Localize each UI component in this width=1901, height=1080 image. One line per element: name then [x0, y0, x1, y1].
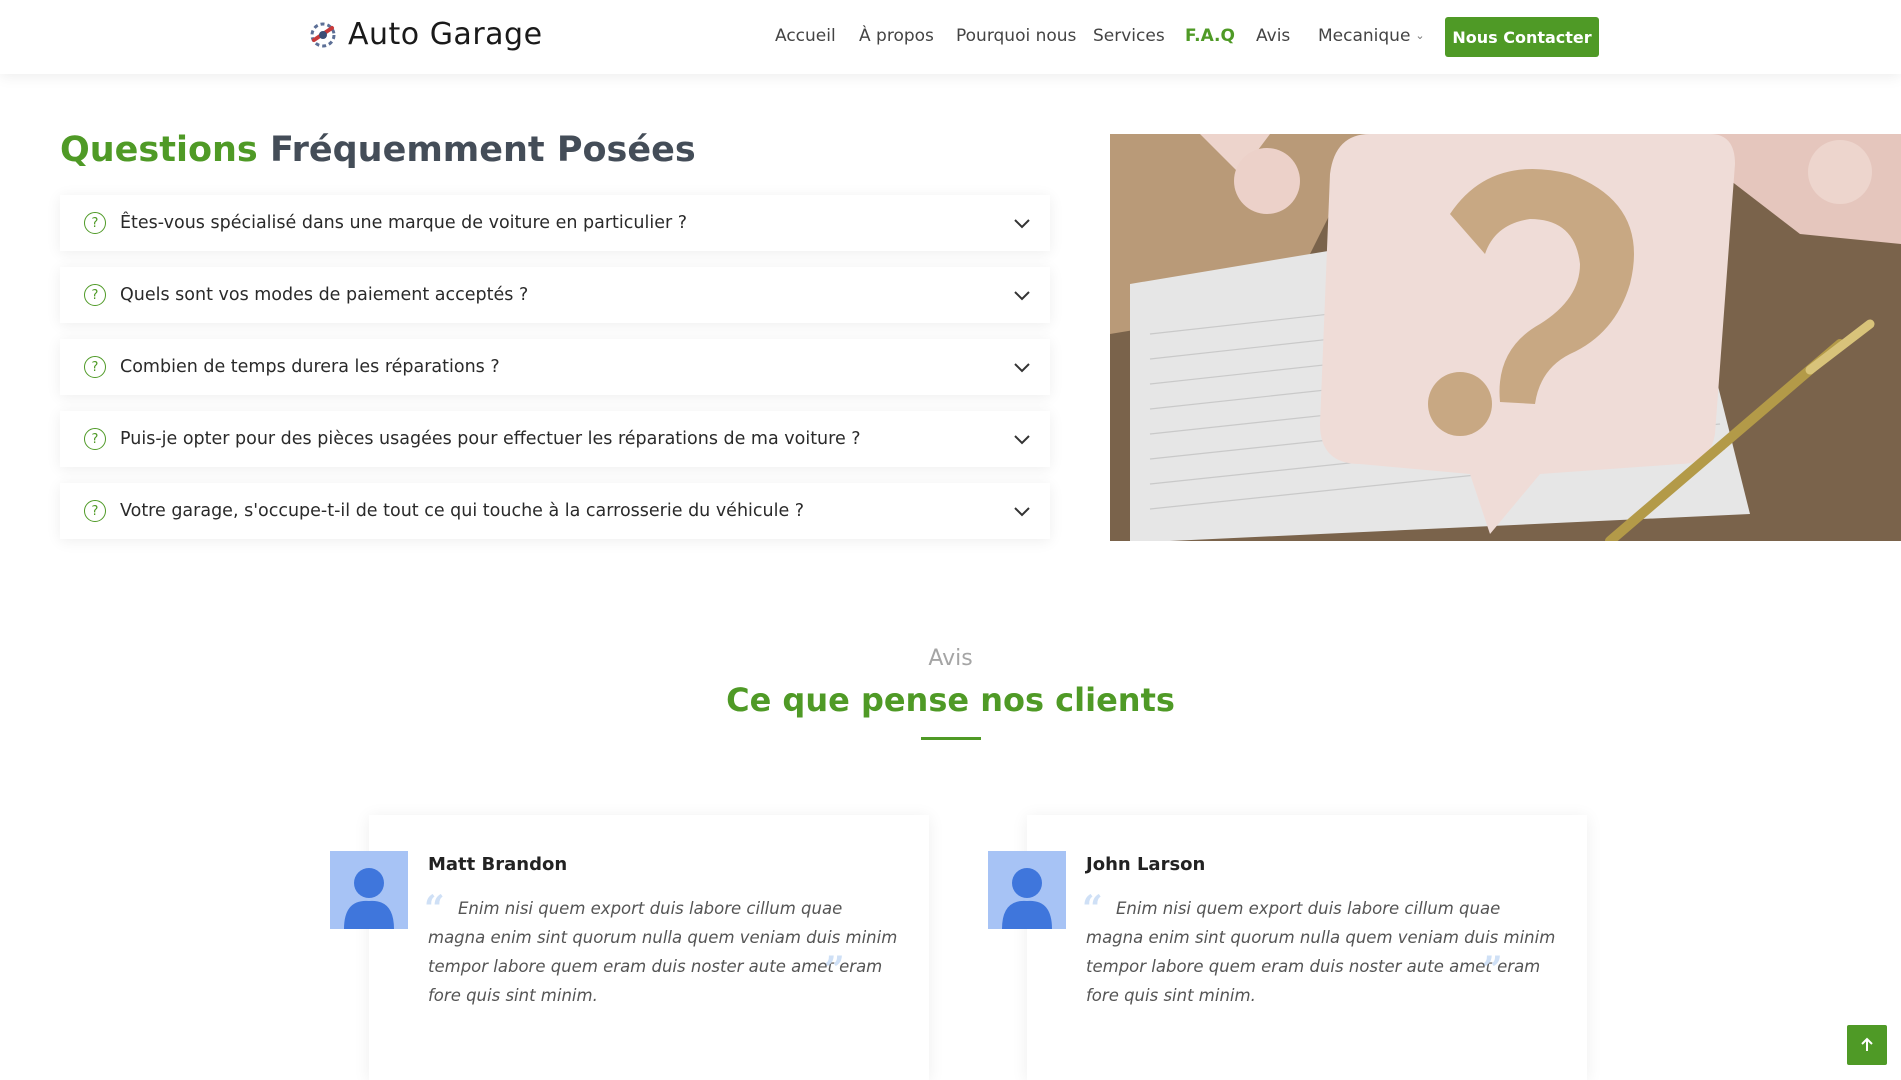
question-circle-icon: ?: [84, 212, 106, 234]
faq-question: Êtes-vous spécialisé dans une marque de …: [120, 213, 688, 233]
faq-question: Combien de temps durera les réparations …: [120, 357, 500, 377]
contact-button[interactable]: Nous Contacter: [1445, 17, 1599, 57]
faq-question: Puis-je opter pour des pièces usagées po…: [120, 429, 861, 449]
question-circle-icon: ?: [84, 356, 106, 378]
nav-faq[interactable]: F.A.Q: [1185, 26, 1235, 46]
question-circle-icon: ?: [84, 428, 106, 450]
quote-close-icon: ”: [1482, 949, 1503, 991]
section-divider: [921, 737, 981, 740]
avatar: [988, 851, 1066, 929]
question-circle-icon: ?: [84, 284, 106, 306]
question-circle-icon: ?: [84, 500, 106, 522]
faq-item[interactable]: ? Puis-je opter pour des pièces usagées …: [60, 411, 1050, 467]
chevron-down-icon: [1014, 291, 1030, 301]
nav-a-propos[interactable]: À propos: [859, 26, 934, 46]
chevron-down-icon: ⌄: [1415, 29, 1425, 42]
faq-item[interactable]: ? Combien de temps durera les réparation…: [60, 339, 1050, 395]
testimonials-title: Ce que pense nos clients: [726, 681, 1175, 719]
faq-title-accent: Questions: [60, 130, 258, 170]
chevron-down-icon: [1014, 363, 1030, 373]
testimonials-subtitle: Avis: [928, 646, 973, 671]
main-nav: Accueil À propos Pourquoi nous Services …: [0, 0, 1901, 74]
back-to-top-button[interactable]: [1847, 1025, 1887, 1065]
nav-services[interactable]: Services: [1093, 26, 1165, 46]
avatar: [330, 851, 408, 929]
user-avatar-icon: [1002, 868, 1052, 929]
faq-illustration: [1110, 134, 1901, 541]
testimonial-author: Matt Brandon: [428, 854, 568, 875]
user-avatar-icon: [344, 868, 394, 929]
faq-item[interactable]: ? Quels sont vos modes de paiement accep…: [60, 267, 1050, 323]
faq-question: Votre garage, s'occupe-t-il de tout ce q…: [120, 501, 805, 521]
faq-title-rest: Fréquemment Posées: [257, 130, 696, 170]
nav-accueil[interactable]: Accueil: [775, 26, 836, 46]
question-mark-photo: [1110, 134, 1901, 541]
arrow-up-icon: [1861, 1037, 1873, 1051]
quote-close-icon: ”: [824, 949, 845, 991]
chevron-down-icon: [1014, 507, 1030, 517]
faq-item[interactable]: ? Votre garage, s'occupe-t-il de tout ce…: [60, 483, 1050, 539]
faq-question: Quels sont vos modes de paiement accepté…: [120, 285, 529, 305]
faq-title: Questions Fréquemment Posées: [60, 130, 696, 170]
nav-mecanique-dropdown[interactable]: Mecanique ⌄: [1318, 26, 1425, 46]
testimonial-author: John Larson: [1086, 854, 1206, 875]
nav-avis[interactable]: Avis: [1256, 26, 1290, 46]
site-header: Auto Garage Accueil À propos Pourquoi no…: [0, 0, 1901, 74]
nav-mecanique-label: Mecanique: [1318, 26, 1411, 46]
nav-pourquoi-nous[interactable]: Pourquoi nous: [956, 26, 1076, 46]
chevron-down-icon: [1014, 435, 1030, 445]
chevron-down-icon: [1014, 219, 1030, 229]
faq-item[interactable]: ? Êtes-vous spécialisé dans une marque d…: [60, 195, 1050, 251]
